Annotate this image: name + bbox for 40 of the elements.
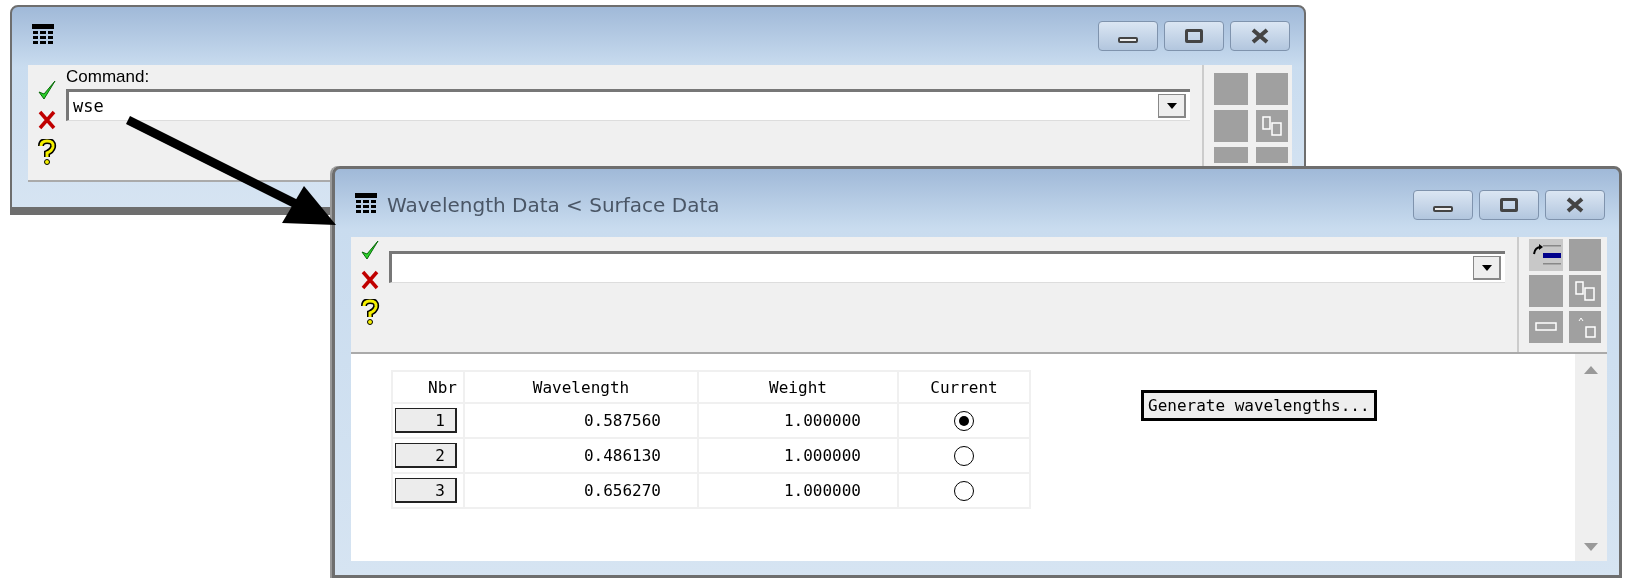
caret-icon bbox=[1481, 264, 1492, 271]
dropdown-button[interactable] bbox=[1473, 256, 1501, 280]
copy-icon bbox=[1259, 114, 1285, 138]
help-icon[interactable] bbox=[360, 299, 380, 325]
close-icon bbox=[1565, 197, 1585, 213]
column-header: Wavelength bbox=[464, 371, 698, 403]
cancel-icon[interactable] bbox=[360, 269, 380, 291]
maximize-button[interactable] bbox=[1164, 21, 1224, 51]
column-header: Weight bbox=[698, 371, 898, 403]
check-icon[interactable] bbox=[360, 239, 380, 261]
table-cell: 1.000000 bbox=[698, 403, 898, 438]
column-header: Current bbox=[898, 371, 1030, 403]
maximize-button[interactable] bbox=[1479, 190, 1539, 220]
table-cell: 1.000000 bbox=[698, 438, 898, 473]
copy-icon bbox=[1572, 279, 1598, 303]
window-title: Wavelength Data < Surface Data bbox=[387, 193, 720, 217]
command-field[interactable] bbox=[389, 251, 1505, 283]
insert-row-icon bbox=[1531, 242, 1561, 268]
row-number-button[interactable]: 1 bbox=[395, 408, 457, 433]
close-icon bbox=[1250, 28, 1270, 44]
dropdown-button[interactable] bbox=[1158, 94, 1186, 118]
minimize-button[interactable] bbox=[1098, 21, 1158, 51]
close-button[interactable] bbox=[1545, 190, 1605, 220]
command-field[interactable]: wse bbox=[66, 89, 1190, 121]
table-cell: 0.486130 bbox=[464, 438, 698, 473]
insert-row-button[interactable] bbox=[1529, 239, 1563, 271]
table-cell: 0.587560 bbox=[464, 403, 698, 438]
table-cell: 1.000000 bbox=[698, 473, 898, 508]
row-number-button[interactable]: 3 bbox=[395, 478, 457, 503]
row-number-button[interactable]: 2 bbox=[395, 443, 457, 468]
command-label: Command: bbox=[66, 67, 151, 87]
help-icon[interactable] bbox=[37, 139, 57, 165]
minimize-button[interactable] bbox=[1413, 190, 1473, 220]
column-header: Nbr bbox=[392, 371, 464, 403]
close-button[interactable] bbox=[1230, 21, 1290, 51]
table-cell: 0.656270 bbox=[464, 473, 698, 508]
generate-button[interactable]: Generate wavelengths... bbox=[1141, 390, 1377, 421]
cancel-icon[interactable] bbox=[37, 109, 57, 131]
caret-icon bbox=[1166, 102, 1177, 109]
check-icon[interactable] bbox=[37, 79, 57, 101]
